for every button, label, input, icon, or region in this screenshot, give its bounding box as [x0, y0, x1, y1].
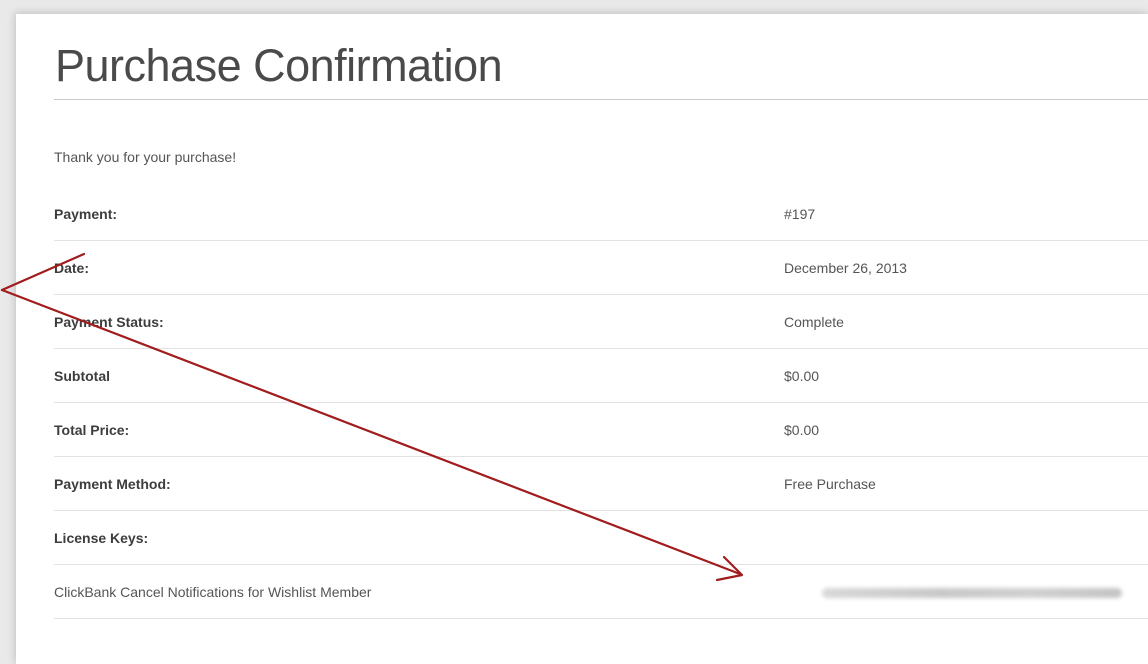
payment-status-label: Payment Status: — [54, 314, 164, 330]
receipt-row-payment-status: Payment Status: Complete — [54, 295, 1148, 349]
receipt-row-total-price: Total Price: $0.00 — [54, 403, 1148, 457]
total-price-value: $0.00 — [784, 422, 820, 438]
license-keys-label: License Keys: — [54, 530, 149, 546]
total-price-label: Total Price: — [54, 422, 130, 438]
blurred-license-key — [822, 588, 1122, 598]
page-title: Purchase Confirmation — [55, 40, 503, 91]
purchase-confirmation-panel: Purchase Confirmation Thank you for your… — [16, 14, 1148, 664]
subtotal-value: $0.00 — [784, 368, 820, 384]
receipt-row-date: Date: December 26, 2013 — [54, 241, 1148, 295]
receipt-row-license-product: ClickBank Cancel Notifications for Wishl… — [54, 565, 1148, 619]
payment-method-label: Payment Method: — [54, 476, 171, 492]
thank-you-message: Thank you for your purchase! — [54, 149, 237, 165]
receipt-row-subtotal: Subtotal $0.00 — [54, 349, 1148, 403]
subtotal-label: Subtotal — [54, 368, 110, 384]
date-label: Date: — [54, 260, 90, 276]
payment-method-value: Free Purchase — [784, 476, 876, 492]
receipt-row-payment: Payment: #197 — [54, 206, 1148, 241]
receipt-table: Payment: #197 Date: December 26, 2013 Pa… — [54, 206, 1148, 619]
payment-label: Payment: — [54, 206, 118, 222]
payment-value: #197 — [784, 206, 816, 222]
license-product-name: ClickBank Cancel Notifications for Wishl… — [54, 584, 372, 600]
date-value: December 26, 2013 — [784, 260, 907, 276]
payment-status-value: Complete — [784, 314, 844, 330]
receipt-row-license-keys: License Keys: — [54, 511, 1148, 565]
title-divider — [54, 99, 1148, 100]
receipt-row-payment-method: Payment Method: Free Purchase — [54, 457, 1148, 511]
